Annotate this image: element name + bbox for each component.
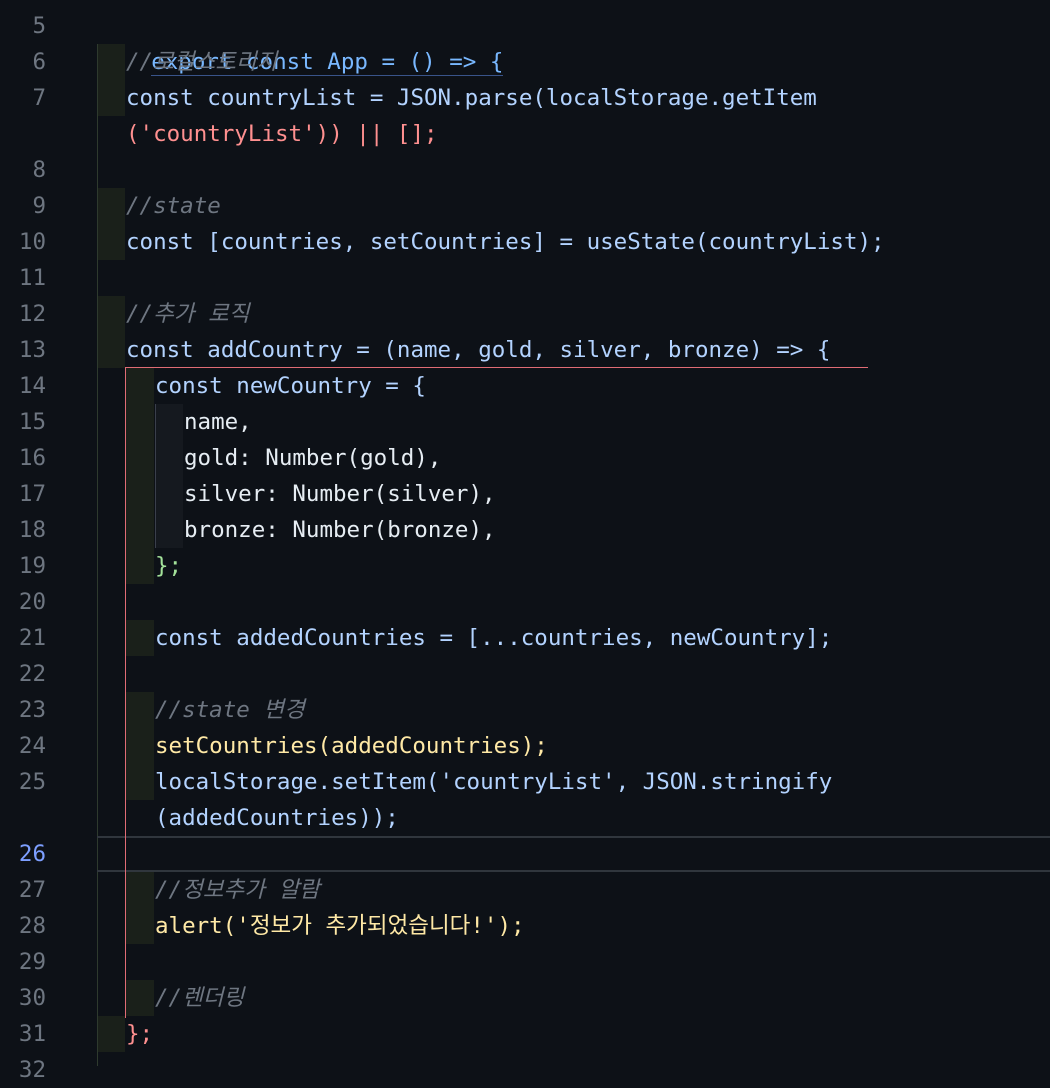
code-line[interactable]: gold: Number(gold), bbox=[184, 440, 441, 476]
code-line[interactable]: bronze: Number(bronze), bbox=[184, 512, 496, 548]
line-number: 20 bbox=[18, 589, 46, 615]
line-number: 15 bbox=[18, 409, 46, 435]
line-number: 5 bbox=[32, 13, 46, 39]
code-line[interactable]: localStorage.setItem('countryList', JSON… bbox=[155, 764, 832, 800]
code-line[interactable]: const addCountry = (name, gold, silver, … bbox=[126, 332, 830, 368]
line-number: 18 bbox=[18, 517, 46, 543]
code-line[interactable]: const [countries, setCountries] = useSta… bbox=[126, 224, 885, 260]
line-number: 22 bbox=[18, 661, 46, 687]
line-number: 30 bbox=[18, 985, 46, 1011]
code-line[interactable]: name, bbox=[184, 404, 252, 440]
code-line[interactable]: (addedCountries)); bbox=[155, 800, 399, 836]
code-comment[interactable]: //state 변경 bbox=[155, 692, 305, 728]
indent-guide-block bbox=[97, 188, 125, 260]
code-line[interactable]: export const App = () => { bbox=[97, 8, 504, 76]
line-number: 14 bbox=[18, 373, 46, 399]
code-line[interactable]: const newCountry = { bbox=[155, 368, 426, 404]
indent-guide-block bbox=[97, 296, 125, 368]
line-number: 11 bbox=[18, 265, 46, 291]
code-editor[interactable]: 5 6 7 8 9 10 11 12 13 14 15 16 17 18 19 … bbox=[0, 0, 1050, 1083]
line-number-active: 26 bbox=[18, 841, 46, 867]
code-line[interactable]: alert('정보가 추가되었습니다!'); bbox=[155, 908, 525, 944]
code-line[interactable]: const addedCountries = [...countries, ne… bbox=[155, 620, 832, 656]
code-line[interactable]: }; bbox=[126, 1016, 153, 1052]
line-number: 17 bbox=[18, 481, 46, 507]
code-line[interactable]: ('countryList')) || []; bbox=[126, 116, 438, 152]
line-number: 13 bbox=[18, 337, 46, 363]
indent-guide-block bbox=[97, 1016, 125, 1052]
line-number: 7 bbox=[32, 85, 46, 111]
code-comment[interactable]: //렌더링 bbox=[155, 980, 244, 1016]
line-number: 31 bbox=[18, 1021, 46, 1047]
line-number: 12 bbox=[18, 301, 46, 327]
code-comment[interactable]: //추가 로직 bbox=[126, 296, 249, 332]
line-number: 28 bbox=[18, 913, 46, 939]
code-comment[interactable]: //state bbox=[126, 188, 221, 224]
line-number: 25 bbox=[18, 769, 46, 795]
line-number: 21 bbox=[18, 625, 46, 651]
line-number: 24 bbox=[18, 733, 46, 759]
line-number: 10 bbox=[18, 229, 46, 255]
code-comment[interactable]: //정보추가 알람 bbox=[155, 872, 320, 908]
line-number: 32 bbox=[18, 1057, 46, 1083]
line-number: 6 bbox=[32, 49, 46, 75]
line-number: 8 bbox=[32, 157, 46, 183]
code-line[interactable]: silver: Number(silver), bbox=[184, 476, 496, 512]
code-line[interactable]: const countryList = JSON.parse(localStor… bbox=[126, 80, 817, 116]
line-number: 23 bbox=[18, 697, 46, 723]
line-number: 29 bbox=[18, 949, 46, 975]
line-number: 19 bbox=[18, 553, 46, 579]
code-line[interactable]: }; bbox=[155, 548, 182, 584]
line-number: 9 bbox=[32, 193, 46, 219]
code-comment[interactable]: //로컬스토리지 bbox=[126, 44, 277, 80]
indent-guide bbox=[97, 44, 98, 1066]
code-line[interactable]: setCountries(addedCountries); bbox=[155, 728, 548, 764]
line-number: 27 bbox=[18, 877, 46, 903]
line-number: 16 bbox=[18, 445, 46, 471]
